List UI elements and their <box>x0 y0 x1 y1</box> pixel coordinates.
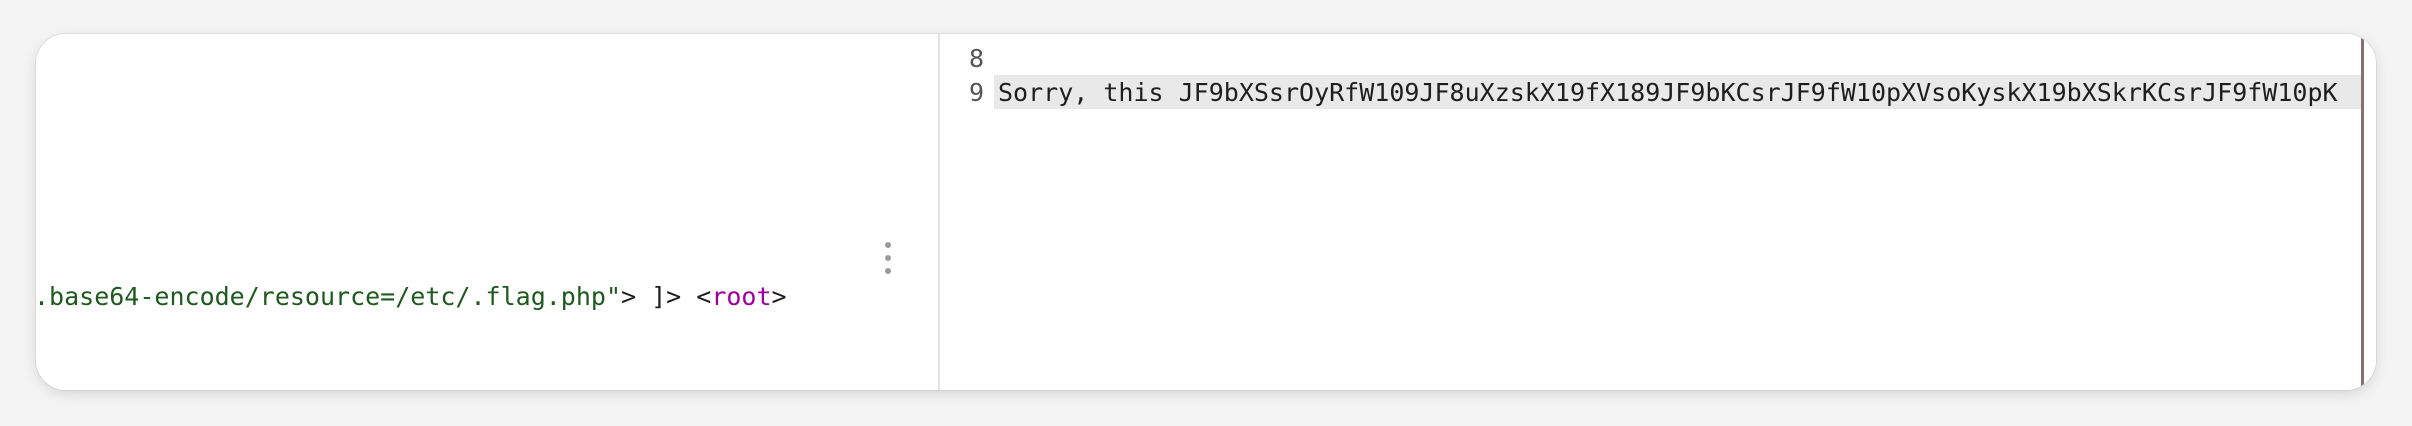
doctype-close: > ]> < <box>621 282 712 311</box>
editor-window: .base64-encode/resource=/etc/.flag.php">… <box>36 34 2376 390</box>
line-number: 8 <box>968 44 984 73</box>
line-number: 9 <box>968 78 984 107</box>
response-pane[interactable]: ···· ··· ···· · ···· ···· 8 9 Sorry, thi… <box>940 34 2376 390</box>
response-partial-line: ···· ··· ···· · ···· ···· <box>998 34 1374 43</box>
request-code-line[interactable]: .base64-encode/resource=/etc/.flag.php">… <box>36 282 787 311</box>
code-line[interactable]: Sorry, this JF9bXSsrOyRfW109JF8uXzskX19f… <box>998 78 2338 107</box>
scrollbar-edge[interactable] <box>2361 34 2364 390</box>
tag-close: > <box>771 282 787 311</box>
request-pane[interactable]: .base64-encode/resource=/etc/.flag.php">… <box>36 34 938 390</box>
root-tag-name: root <box>711 282 772 311</box>
entity-value: .base64-encode/resource=/etc/.flag.php" <box>36 282 621 311</box>
pane-resize-handle-icon[interactable] <box>883 242 893 276</box>
